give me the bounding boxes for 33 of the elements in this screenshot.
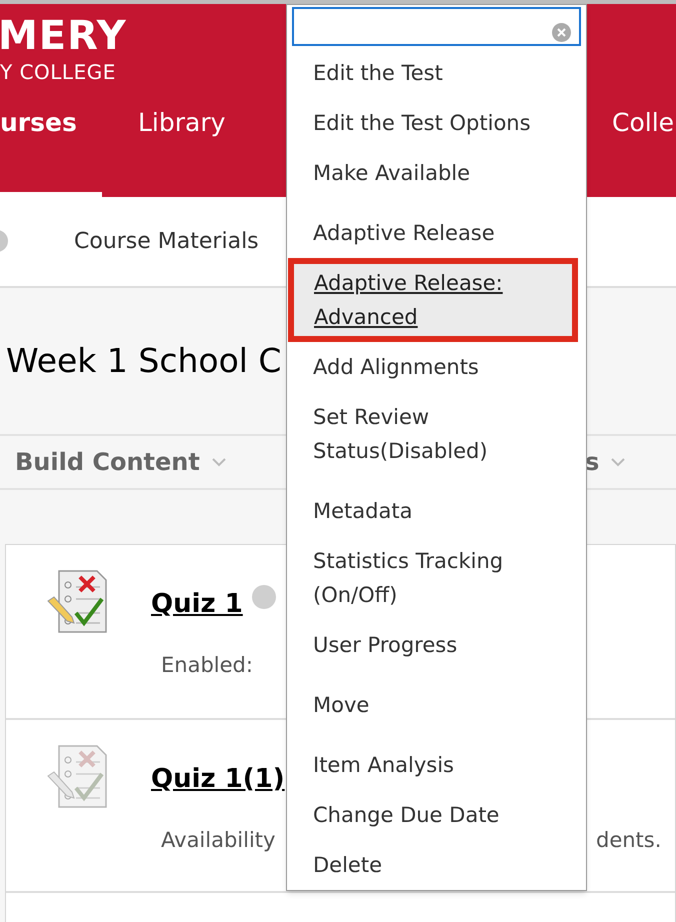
quiz-link[interactable]: Quiz 1(1)	[151, 760, 285, 799]
logo-subtitle: Y COLLEGE	[0, 62, 117, 82]
toolbar-menu-button[interactable]: Build Content	[15, 444, 226, 480]
item-details: Enabled:	[161, 652, 253, 679]
menu-item[interactable]: Edit the Test	[287, 48, 586, 98]
course-menu-link[interactable]: Course Materials	[74, 225, 259, 258]
quiz-icon	[47, 570, 107, 633]
chevron-down-icon	[212, 458, 226, 466]
menu-item[interactable]: Set Review Status(Disabled)	[287, 392, 586, 476]
menu-item[interactable]: Edit the Test Options	[287, 98, 586, 148]
menu-item[interactable]: Move	[287, 680, 586, 730]
quiz-link[interactable]: Quiz 1	[151, 585, 243, 624]
nav-tab[interactable]: Colle	[612, 104, 674, 197]
menu-item[interactable]: Make Available	[287, 148, 586, 198]
chevron-down-icon	[611, 458, 626, 466]
nav-tab[interactable]: Library	[138, 104, 226, 197]
menu-item[interactable]: Adaptive Release	[287, 208, 586, 258]
menu-item[interactable]: Add Alignments	[287, 342, 586, 392]
menu-item[interactable]: User Progress	[287, 620, 586, 670]
menu-item[interactable]: Statistics Tracking (On/Off)	[287, 536, 586, 620]
page-title: Week 1 School C	[6, 340, 282, 382]
item-details: Availability	[161, 827, 276, 854]
toolbar-menu-button[interactable]: s	[585, 444, 626, 480]
menu-item[interactable]: Item Analysis	[287, 740, 586, 790]
menu-item[interactable]: Adaptive Release: Advanced	[288, 258, 578, 342]
search-field[interactable]	[292, 7, 581, 46]
menu-item[interactable]: Delete	[287, 840, 586, 890]
clear-icon[interactable]	[552, 23, 571, 42]
menu-item[interactable]: Metadata	[287, 486, 586, 536]
item-details: dents.	[596, 827, 662, 854]
menu-item[interactable]: Change Due Date	[287, 790, 586, 840]
quiz-icon	[47, 745, 107, 808]
logo-text: MERY	[0, 16, 127, 56]
